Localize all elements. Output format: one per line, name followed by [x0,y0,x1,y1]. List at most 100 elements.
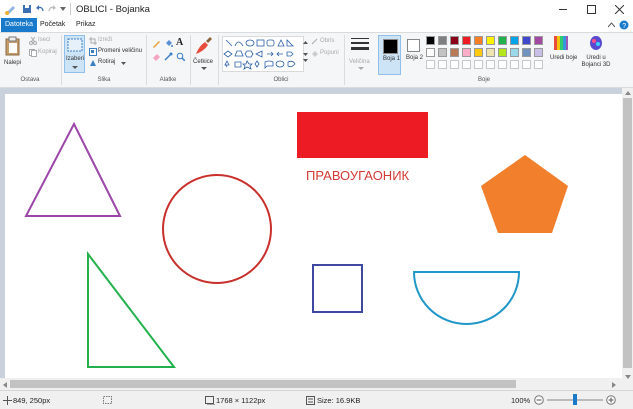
color-swatch[interactable] [450,48,459,57]
copy-button[interactable]: Kopiraj [38,49,57,55]
pencil-icon[interactable] [152,39,161,48]
color-swatch[interactable] [510,36,519,45]
color1-button[interactable]: Boja 1 [378,35,401,75]
color-swatch[interactable] [534,48,543,57]
color-swatch[interactable] [426,48,435,57]
undo-icon[interactable] [35,4,45,14]
color2-button[interactable]: Boja 2 [404,35,424,75]
help-icon[interactable]: ? [619,20,629,30]
brushes-button[interactable]: Četkice [193,36,215,76]
brushes-label: Četkice [193,59,214,65]
ribbon: Nalepi Iseci Kopiraj Ostava Izaberi Izre… [0,32,633,88]
tools-group-label: Alatke [159,77,177,83]
horizontal-scroll-thumb[interactable] [10,380,516,388]
color-swatch[interactable] [426,60,435,69]
resize-button[interactable]: Promeni veličinu [98,48,142,54]
scroll-right-icon[interactable] [612,382,616,388]
color-swatch[interactable] [522,48,531,57]
color-swatch[interactable] [474,60,483,69]
minimize-button[interactable] [549,0,577,18]
shapes-scroll-icon[interactable] [303,41,308,63]
color-swatch[interactable] [510,60,519,69]
select-button[interactable]: Izaberi [64,35,85,73]
tab-file[interactable]: Datoteka [1,18,38,32]
horizontal-scrollbar[interactable] [0,378,622,390]
color-swatch[interactable] [450,60,459,69]
blue-semicircle [412,271,521,325]
color-swatch[interactable] [426,36,435,45]
copy-icon [29,49,37,57]
color-swatch[interactable] [486,36,495,45]
line-size-icon [351,38,369,50]
rotate-button[interactable]: Rotiraj [98,59,115,65]
text-tool-icon[interactable]: A [176,37,183,48]
color-picker-icon[interactable] [164,52,173,61]
magnifier-icon[interactable] [176,52,185,61]
size-button[interactable]: Veličina [349,36,375,76]
save-icon[interactable] [22,4,32,14]
close-icon [614,4,624,14]
edit-colors-label: Uredi boje [550,55,578,61]
zoom-in-icon[interactable] [606,395,616,405]
color-swatch[interactable] [534,36,543,45]
rotate-icon [90,60,96,66]
red-rectangle [297,112,428,158]
size-dropdown-icon [358,67,364,70]
zoom-out-icon[interactable] [534,395,544,405]
redo-icon[interactable] [47,4,57,14]
colors-group-label: Boje [477,77,490,83]
paint3d-label: Uredi u Bojanci 3D [581,55,611,68]
quick-access-dropdown-icon[interactable] [60,6,66,12]
maximize-button[interactable] [577,0,605,18]
cut-button[interactable]: Iseci [38,37,50,43]
shapes-gallery[interactable] [222,36,304,72]
paint3d-icon [590,36,602,50]
color-swatch[interactable] [438,48,447,57]
color-swatch[interactable] [462,48,471,57]
scroll-left-icon[interactable] [3,382,7,388]
color-swatch[interactable] [474,36,483,45]
color-swatch[interactable] [462,60,471,69]
collapse-ribbon-icon[interactable] [608,22,615,28]
paint-app-icon [5,6,15,15]
color-swatch[interactable] [486,60,495,69]
outline-button[interactable]: Obris [320,38,334,44]
title-bar: OBLICI - Bojanka [0,0,633,18]
brush-icon [196,37,212,54]
paint3d-button[interactable]: Uredi u Bojanci 3D [578,35,614,75]
drawing-canvas[interactable]: ПРАВОУГАОНИК [5,94,622,378]
tab-home[interactable]: Početak [36,18,69,32]
window-title: OBLICI - Bojanka [76,4,150,15]
color-swatch[interactable] [498,48,507,57]
zoom-level: 100% [511,396,531,405]
tab-view[interactable]: Prikaz [72,18,99,32]
color-swatch[interactable] [438,36,447,45]
vertical-scrollbar[interactable] [622,88,633,390]
color-swatch[interactable] [450,36,459,45]
fill-button[interactable]: Popuni [320,50,339,56]
color-swatch[interactable] [486,48,495,57]
color-swatch[interactable] [474,48,483,57]
color-swatch[interactable] [534,60,543,69]
paste-button[interactable]: Nalepi [4,36,24,76]
select-label: Izaberi [66,56,85,62]
color-swatch[interactable] [462,36,471,45]
clipboard-icon [5,36,20,56]
scroll-up-icon[interactable] [625,91,631,95]
color-swatch[interactable] [438,60,447,69]
fill-icon [312,51,318,57]
green-right-triangle [87,251,177,368]
vertical-scroll-thumb[interactable] [623,98,632,368]
close-button[interactable] [605,0,633,18]
eraser-icon[interactable] [152,52,161,61]
fill-bucket-icon[interactable] [164,39,173,48]
color-swatch[interactable] [522,36,531,45]
scroll-down-icon[interactable] [625,375,631,379]
color-swatch[interactable] [522,60,531,69]
zoom-slider-thumb[interactable] [573,394,577,405]
crop-button[interactable]: Izreži [98,37,112,43]
color-swatch[interactable] [498,60,507,69]
color-swatch[interactable] [510,48,519,57]
color-swatch[interactable] [498,36,507,45]
edit-colors-button[interactable]: Uredi boje [550,35,578,75]
